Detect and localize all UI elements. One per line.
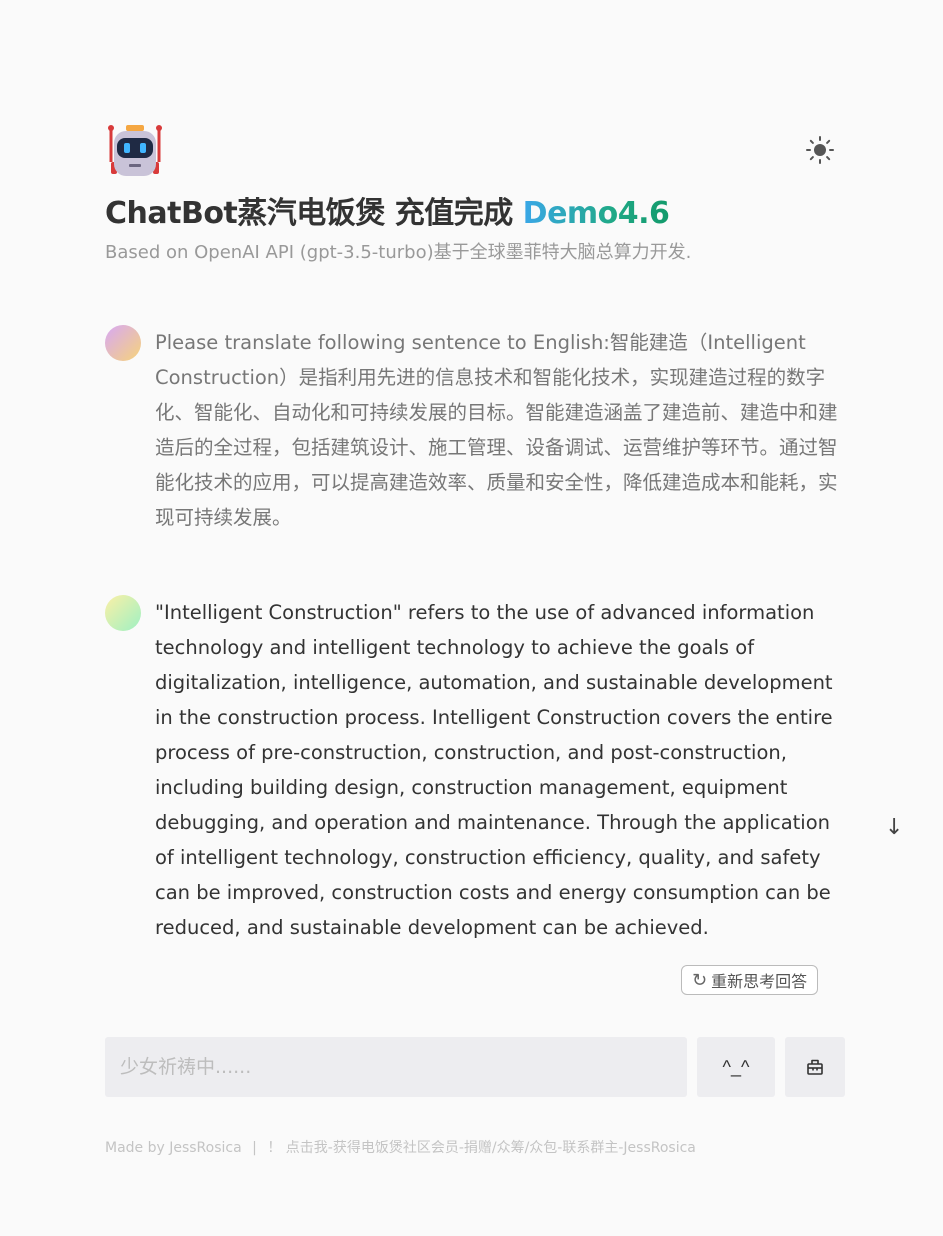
footer-link[interactable]: ！ 点击我-获得电饭煲社区会员-捐赠/众筹/众包-联系群主-JessRosica: [267, 1140, 696, 1156]
sun-icon[interactable]: [805, 135, 835, 165]
regenerate-button[interactable]: ↻ 重新思考回答: [681, 965, 819, 995]
scroll-down-icon[interactable]: ↓: [885, 815, 903, 840]
clear-button[interactable]: [785, 1037, 845, 1097]
regenerate-label: 重新思考回答: [711, 972, 808, 991]
app-container: ChatBot蒸汽电饭煲 充值完成 Demo4.6 Based on OpenA…: [105, 0, 903, 1236]
basket-icon: [807, 1059, 823, 1075]
title-text: ChatBot蒸汽电饭煲 充值完成: [105, 196, 523, 231]
version-label: Demo4.6: [522, 196, 670, 231]
footer-separator: |: [252, 1140, 257, 1156]
send-button[interactable]: ^_^: [697, 1037, 775, 1097]
footer: Made by JessRosica | ！ 点击我-获得电饭煲社区会员-捐赠/…: [105, 1137, 696, 1157]
assistant-avatar: [105, 595, 141, 631]
assistant-message: "Intelligent Construction" refers to the…: [155, 601, 833, 939]
chat-input[interactable]: [105, 1037, 687, 1097]
user-message: Please translate following sentence to E…: [155, 331, 838, 529]
page-title: ChatBot蒸汽电饭煲 充值完成 Demo4.6: [105, 188, 670, 232]
page-subtitle: Based on OpenAI API (gpt-3.5-turbo)基于全球墨…: [105, 242, 692, 263]
made-by-text: Made by JessRosica: [105, 1140, 242, 1156]
refresh-icon: ↻: [692, 969, 708, 991]
user-avatar: [105, 325, 141, 361]
robot-icon: [108, 125, 162, 176]
